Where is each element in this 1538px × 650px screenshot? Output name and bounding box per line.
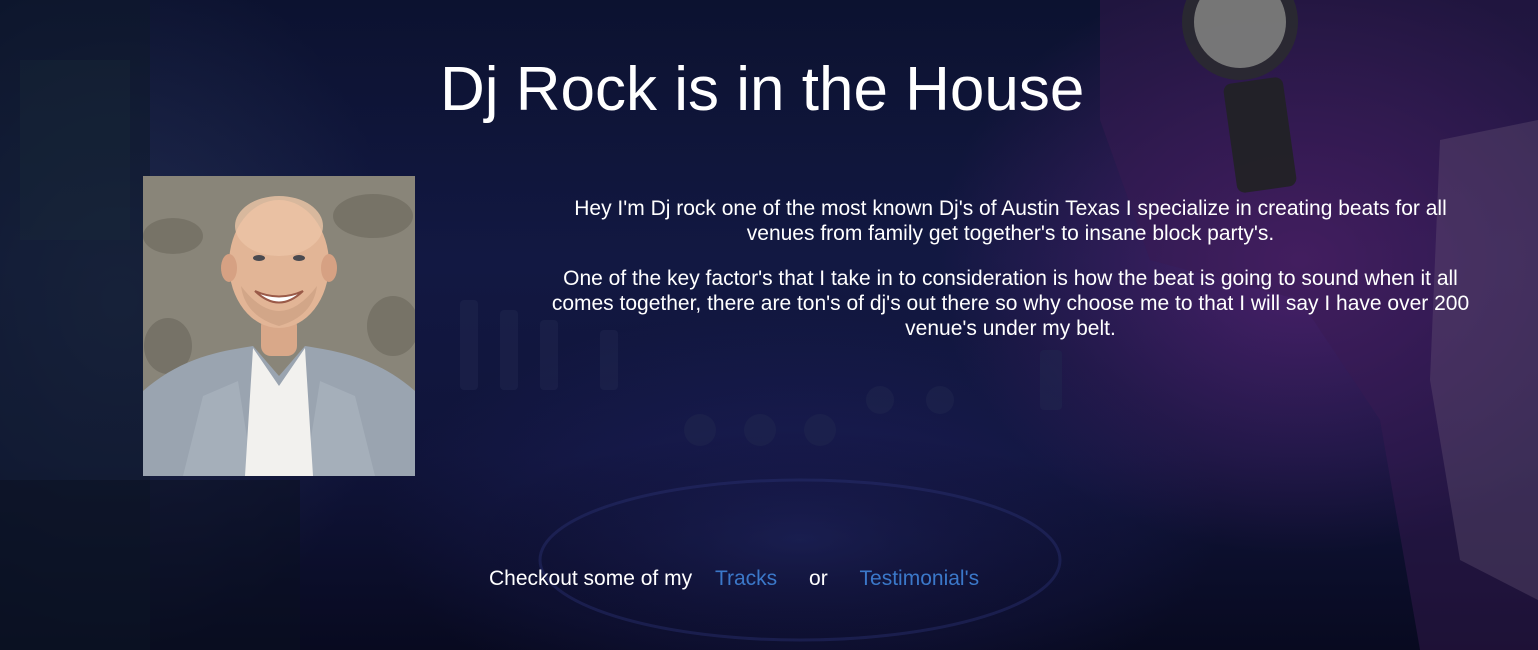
bio-paragraph-1: Hey I'm Dj rock one of the most known Dj… [574, 197, 1447, 245]
page-title: Dj Rock is in the House [440, 55, 1085, 124]
testimonials-link[interactable]: Testimonial's [860, 567, 980, 590]
tracks-link[interactable]: Tracks [715, 567, 777, 590]
cta-prefix-text: Checkout some of my [489, 567, 693, 590]
bio-paragraph-2: One of the key factor's that I take in t… [551, 267, 1470, 340]
hero-section: Dj Rock is in the House Hey I'm Dj rock … [0, 0, 1538, 650]
person-portrait-icon [143, 176, 415, 476]
call-to-action: Checkout some of my Tracks or Testimonia… [489, 567, 979, 591]
bio-text: Hey I'm Dj rock one of the most known Dj… [538, 196, 1483, 361]
dj-profile-photo [143, 176, 415, 476]
cta-or-text: or [809, 567, 828, 590]
